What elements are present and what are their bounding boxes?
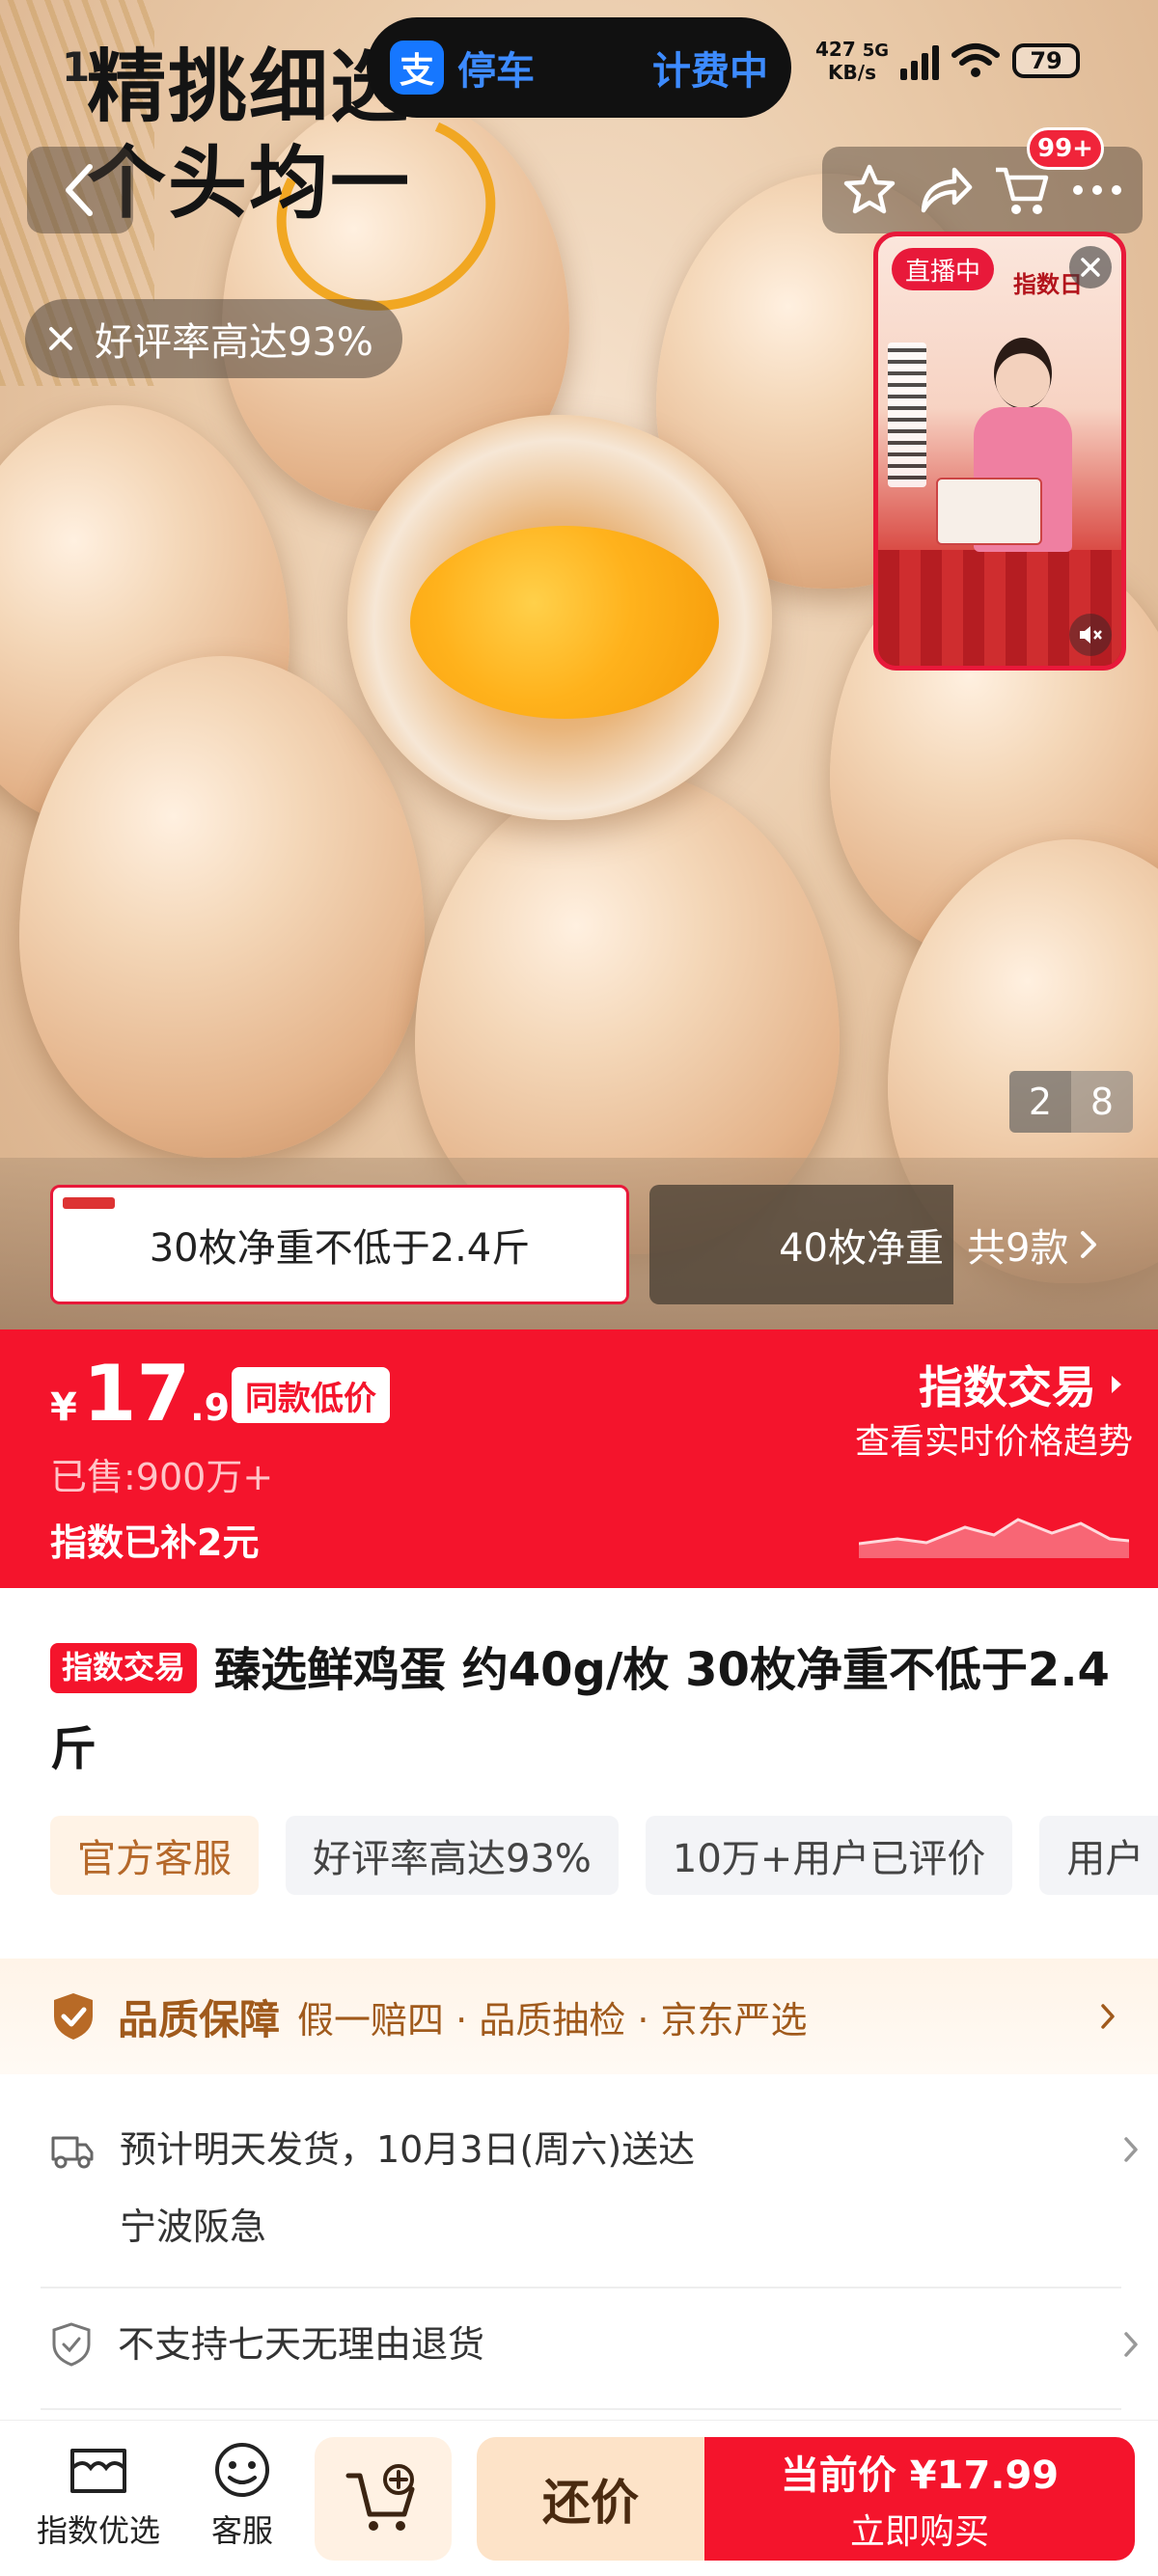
image-page-total: 8 — [1071, 1071, 1133, 1133]
shield-check-icon — [54, 1993, 93, 2040]
delivery-estimate: 预计明天发货，10月3日(周六)送达 — [120, 2128, 696, 2171]
buy-price-label: 当前价 ¥17.99 — [780, 2453, 1060, 2498]
qr-panel — [888, 343, 926, 487]
dynamic-island[interactable]: 支 停车 计费中 — [367, 17, 791, 118]
egg-yolk — [410, 526, 719, 719]
store-icon — [70, 2449, 126, 2493]
island-billing-label: 计费中 — [652, 49, 768, 94]
variant-thumbnail — [63, 1197, 115, 1209]
index-trade-link[interactable]: 指数交易 — [919, 1353, 1123, 1416]
alipay-icon: 支 — [390, 41, 444, 95]
tab-customer-service[interactable]: 客服 — [210, 2441, 274, 2551]
rating-chip-label: 好评率高达93% — [95, 320, 373, 365]
feature-chips: 官方客服 好评率高达93% 10万+用户已评价 用户 — [50, 1816, 1158, 1895]
chip-users[interactable]: 用户 — [1039, 1816, 1158, 1895]
truck-icon — [51, 2136, 94, 2169]
image-page-indicator: 2 8 — [1009, 1071, 1133, 1133]
battery-icon: 79 — [1012, 43, 1081, 78]
divider — [41, 2408, 1121, 2410]
network-speed-value: 427 — [815, 38, 856, 61]
variant-count-label: 共9款 — [967, 1226, 1069, 1271]
caret-right-icon — [1112, 1376, 1121, 1393]
speaker-muted-icon — [1080, 626, 1102, 644]
status-time: 1 — [62, 43, 91, 91]
mute-button[interactable] — [1069, 614, 1112, 656]
tab-service-label: 客服 — [210, 2512, 273, 2549]
live-close-button[interactable] — [1069, 246, 1112, 288]
chevron-right-icon — [1081, 1231, 1097, 1258]
tab-store[interactable]: 指数优选 — [37, 2441, 160, 2551]
island-parking-label: 停车 — [457, 49, 535, 94]
cart-plus-icon — [345, 2464, 415, 2531]
current-price: ¥ 17 .99 — [50, 1356, 256, 1433]
close-icon[interactable] — [48, 326, 73, 351]
network-speed-unit: KB/s — [828, 61, 876, 84]
price-trend-sparkline — [859, 1518, 1129, 1558]
live-stream-window[interactable]: 指数日 直播中 — [873, 232, 1126, 671]
add-to-cart-button[interactable] — [315, 2437, 452, 2561]
chevron-right-icon — [1124, 2332, 1138, 2357]
star-icon[interactable] — [841, 162, 897, 218]
more-icon[interactable] — [1070, 180, 1124, 200]
signal-icon — [900, 41, 940, 80]
chip-rating[interactable]: 好评率高达93% — [286, 1816, 619, 1895]
share-icon[interactable] — [916, 162, 974, 218]
rating-chip[interactable]: 好评率高达93% — [25, 299, 402, 378]
chevron-right-icon — [1101, 2004, 1115, 2029]
return-policy-text: 不支持七天无理由退货 — [118, 2323, 485, 2366]
chip-official-service[interactable]: 官方客服 — [50, 1816, 259, 1895]
tab-store-label: 指数优选 — [37, 2512, 161, 2549]
chevron-left-icon — [66, 164, 93, 216]
live-product-card — [936, 478, 1042, 545]
variant-option-label: 30枚净重不低于2.4斤 — [149, 1226, 531, 1271]
guarantee-items: 假一赔四 · 品质抽检 · 京东严选 — [297, 1998, 808, 2042]
network-type: 5G — [862, 41, 890, 61]
variant-option-selected[interactable]: 30枚净重不低于2.4斤 — [50, 1185, 629, 1304]
sold-count: 已售:900万+ — [50, 1456, 274, 1498]
product-title-text: 臻选鲜鸡蛋 约40g/枚 30枚净重不低于2.4斤 — [50, 1643, 1110, 1776]
price-integer: 17 — [82, 1349, 191, 1439]
variant-option-label: 40枚净重 — [779, 1226, 944, 1271]
index-trade-subtitle[interactable]: 查看实时价格趋势 — [855, 1413, 1133, 1464]
variant-option[interactable]: 40枚净重 — [649, 1185, 953, 1304]
return-policy-row[interactable]: 不支持七天无理由退货 — [50, 2306, 1138, 2383]
promo-line-1: 精挑细选 — [87, 41, 412, 133]
delivery-row[interactable]: 预计明天发货，10月3日(周六)送达 宁波阪急 — [50, 2111, 1138, 2265]
smile-icon — [215, 2443, 269, 2497]
product-title: 指数交易 臻选鲜鸡蛋 约40g/枚 30枚净重不低于2.4斤 — [50, 1631, 1131, 1789]
close-icon — [1081, 258, 1100, 277]
chevron-right-icon — [1124, 2137, 1138, 2162]
quality-guarantee-row[interactable]: 品质保障 假一赔四 · 品质抽检 · 京东严选 — [0, 1959, 1158, 2074]
delivery-location: 宁波阪急 — [120, 2206, 267, 2248]
live-badge: 直播中 — [892, 248, 995, 290]
shield-outline-icon — [52, 2322, 91, 2367]
subsidy-label: 指数已补2元 — [50, 1521, 260, 1564]
same-low-price-badge: 同款低价 — [232, 1367, 390, 1423]
cart-count-badge: 99+ — [1027, 127, 1104, 170]
chip-reviews[interactable]: 10万+用户已评价 — [645, 1816, 1013, 1895]
image-page-current: 2 — [1009, 1071, 1071, 1133]
index-trade-tag: 指数交易 — [50, 1643, 198, 1693]
network-speed: 427 5G KB/s — [815, 39, 889, 83]
index-trade-title: 指数交易 — [919, 1361, 1096, 1413]
buy-now-button[interactable]: 当前价 ¥17.99 立即购买 — [704, 2437, 1135, 2561]
price-currency: ¥ — [50, 1385, 77, 1430]
wifi-icon — [951, 41, 1001, 80]
status-indicators: 427 5G KB/s 79 — [815, 39, 1081, 83]
cart-icon[interactable] — [992, 162, 1052, 218]
back-button[interactable] — [27, 147, 133, 233]
guarantee-title: 品质保障 — [118, 1995, 281, 2043]
divider — [41, 2287, 1121, 2288]
all-variants-link[interactable]: 共9款 — [967, 1185, 1097, 1304]
buy-now-label: 立即购买 — [849, 2512, 989, 2552]
bargain-button[interactable]: 还价 — [477, 2437, 704, 2561]
promo-line-2: 个头均一 — [87, 138, 412, 230]
